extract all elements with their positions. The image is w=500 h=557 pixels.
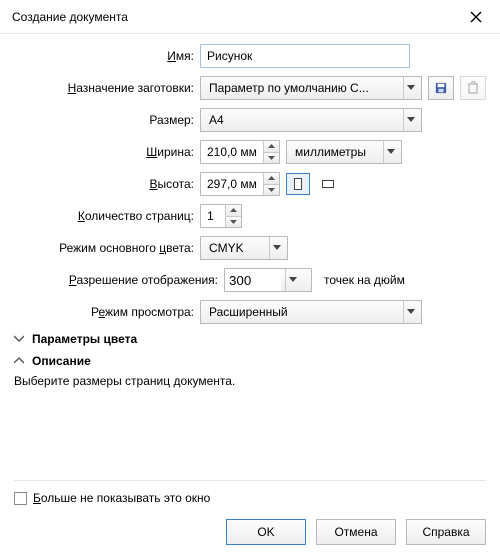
label-resolution: Разрешение отображения: [14,273,224,287]
label-preset: Назначение заготовки: [14,81,200,95]
dialog-footer: Больше не показывать это окно OK Отмена … [0,472,500,557]
units-combo[interactable]: миллиметры [286,140,402,164]
height-spin[interactable] [200,172,280,196]
pages-spin[interactable] [200,204,242,228]
section-color-params[interactable]: Параметры цвета [14,332,486,346]
preset-combo[interactable]: Параметр по умолчанию C... [200,76,422,100]
cancel-button[interactable]: Отмена [316,519,396,545]
window-title: Создание документа [12,10,456,24]
colormode-combo[interactable]: CMYK [200,236,288,260]
chevron-up-icon [14,354,26,368]
dont-show-checkbox[interactable] [14,492,27,505]
spin-down[interactable] [226,217,241,228]
label-name: Имя: [14,49,200,63]
help-button[interactable]: Справка [406,519,486,545]
chevron-down-icon [285,269,299,291]
label-width: Ширина: [14,145,200,159]
pages-value[interactable] [201,205,225,227]
chevron-down-icon [269,237,283,259]
label-viewmode: Режим просмотра: [14,305,200,319]
size-combo[interactable]: A4 [200,108,422,132]
spin-up[interactable] [226,205,241,217]
resolution-units-label: точек на дюйм [324,273,405,287]
height-value[interactable] [201,173,263,195]
resolution-value[interactable] [225,269,281,291]
close-button[interactable] [456,3,496,31]
spin-down[interactable] [264,185,279,196]
titlebar: Создание документа [0,0,500,34]
dialog-content: Имя: Назначение заготовки: Параметр по у… [0,34,500,402]
resolution-combo[interactable] [224,268,312,292]
width-spin[interactable] [200,140,280,164]
section-description[interactable]: Описание [14,354,486,368]
orientation-landscape[interactable] [316,173,340,195]
chevron-down-icon [403,301,417,323]
viewmode-combo[interactable]: Расширенный [200,300,422,324]
name-input[interactable] [200,44,410,68]
ok-button[interactable]: OK [226,519,306,545]
delete-preset-button[interactable] [460,76,486,100]
label-size: Размер: [14,113,200,127]
chevron-down-icon [403,109,417,131]
chevron-down-icon [14,332,26,346]
label-height: Высота: [14,177,200,191]
dont-show-label: Больше не показывать это окно [33,491,210,505]
chevron-down-icon [403,77,417,99]
spin-down[interactable] [264,153,279,164]
trash-icon [467,81,479,95]
close-icon [470,11,482,23]
save-icon [435,81,447,95]
spin-up[interactable] [264,141,279,153]
label-pages: Количество страниц: [14,209,200,223]
spin-up[interactable] [264,173,279,185]
label-colormode: Режим основного цвета: [14,241,200,255]
description-text: Выберите размеры страниц документа. [14,374,486,388]
save-preset-button[interactable] [428,76,454,100]
chevron-down-icon [383,141,397,163]
orientation-portrait[interactable] [286,173,310,195]
width-value[interactable] [201,141,263,163]
